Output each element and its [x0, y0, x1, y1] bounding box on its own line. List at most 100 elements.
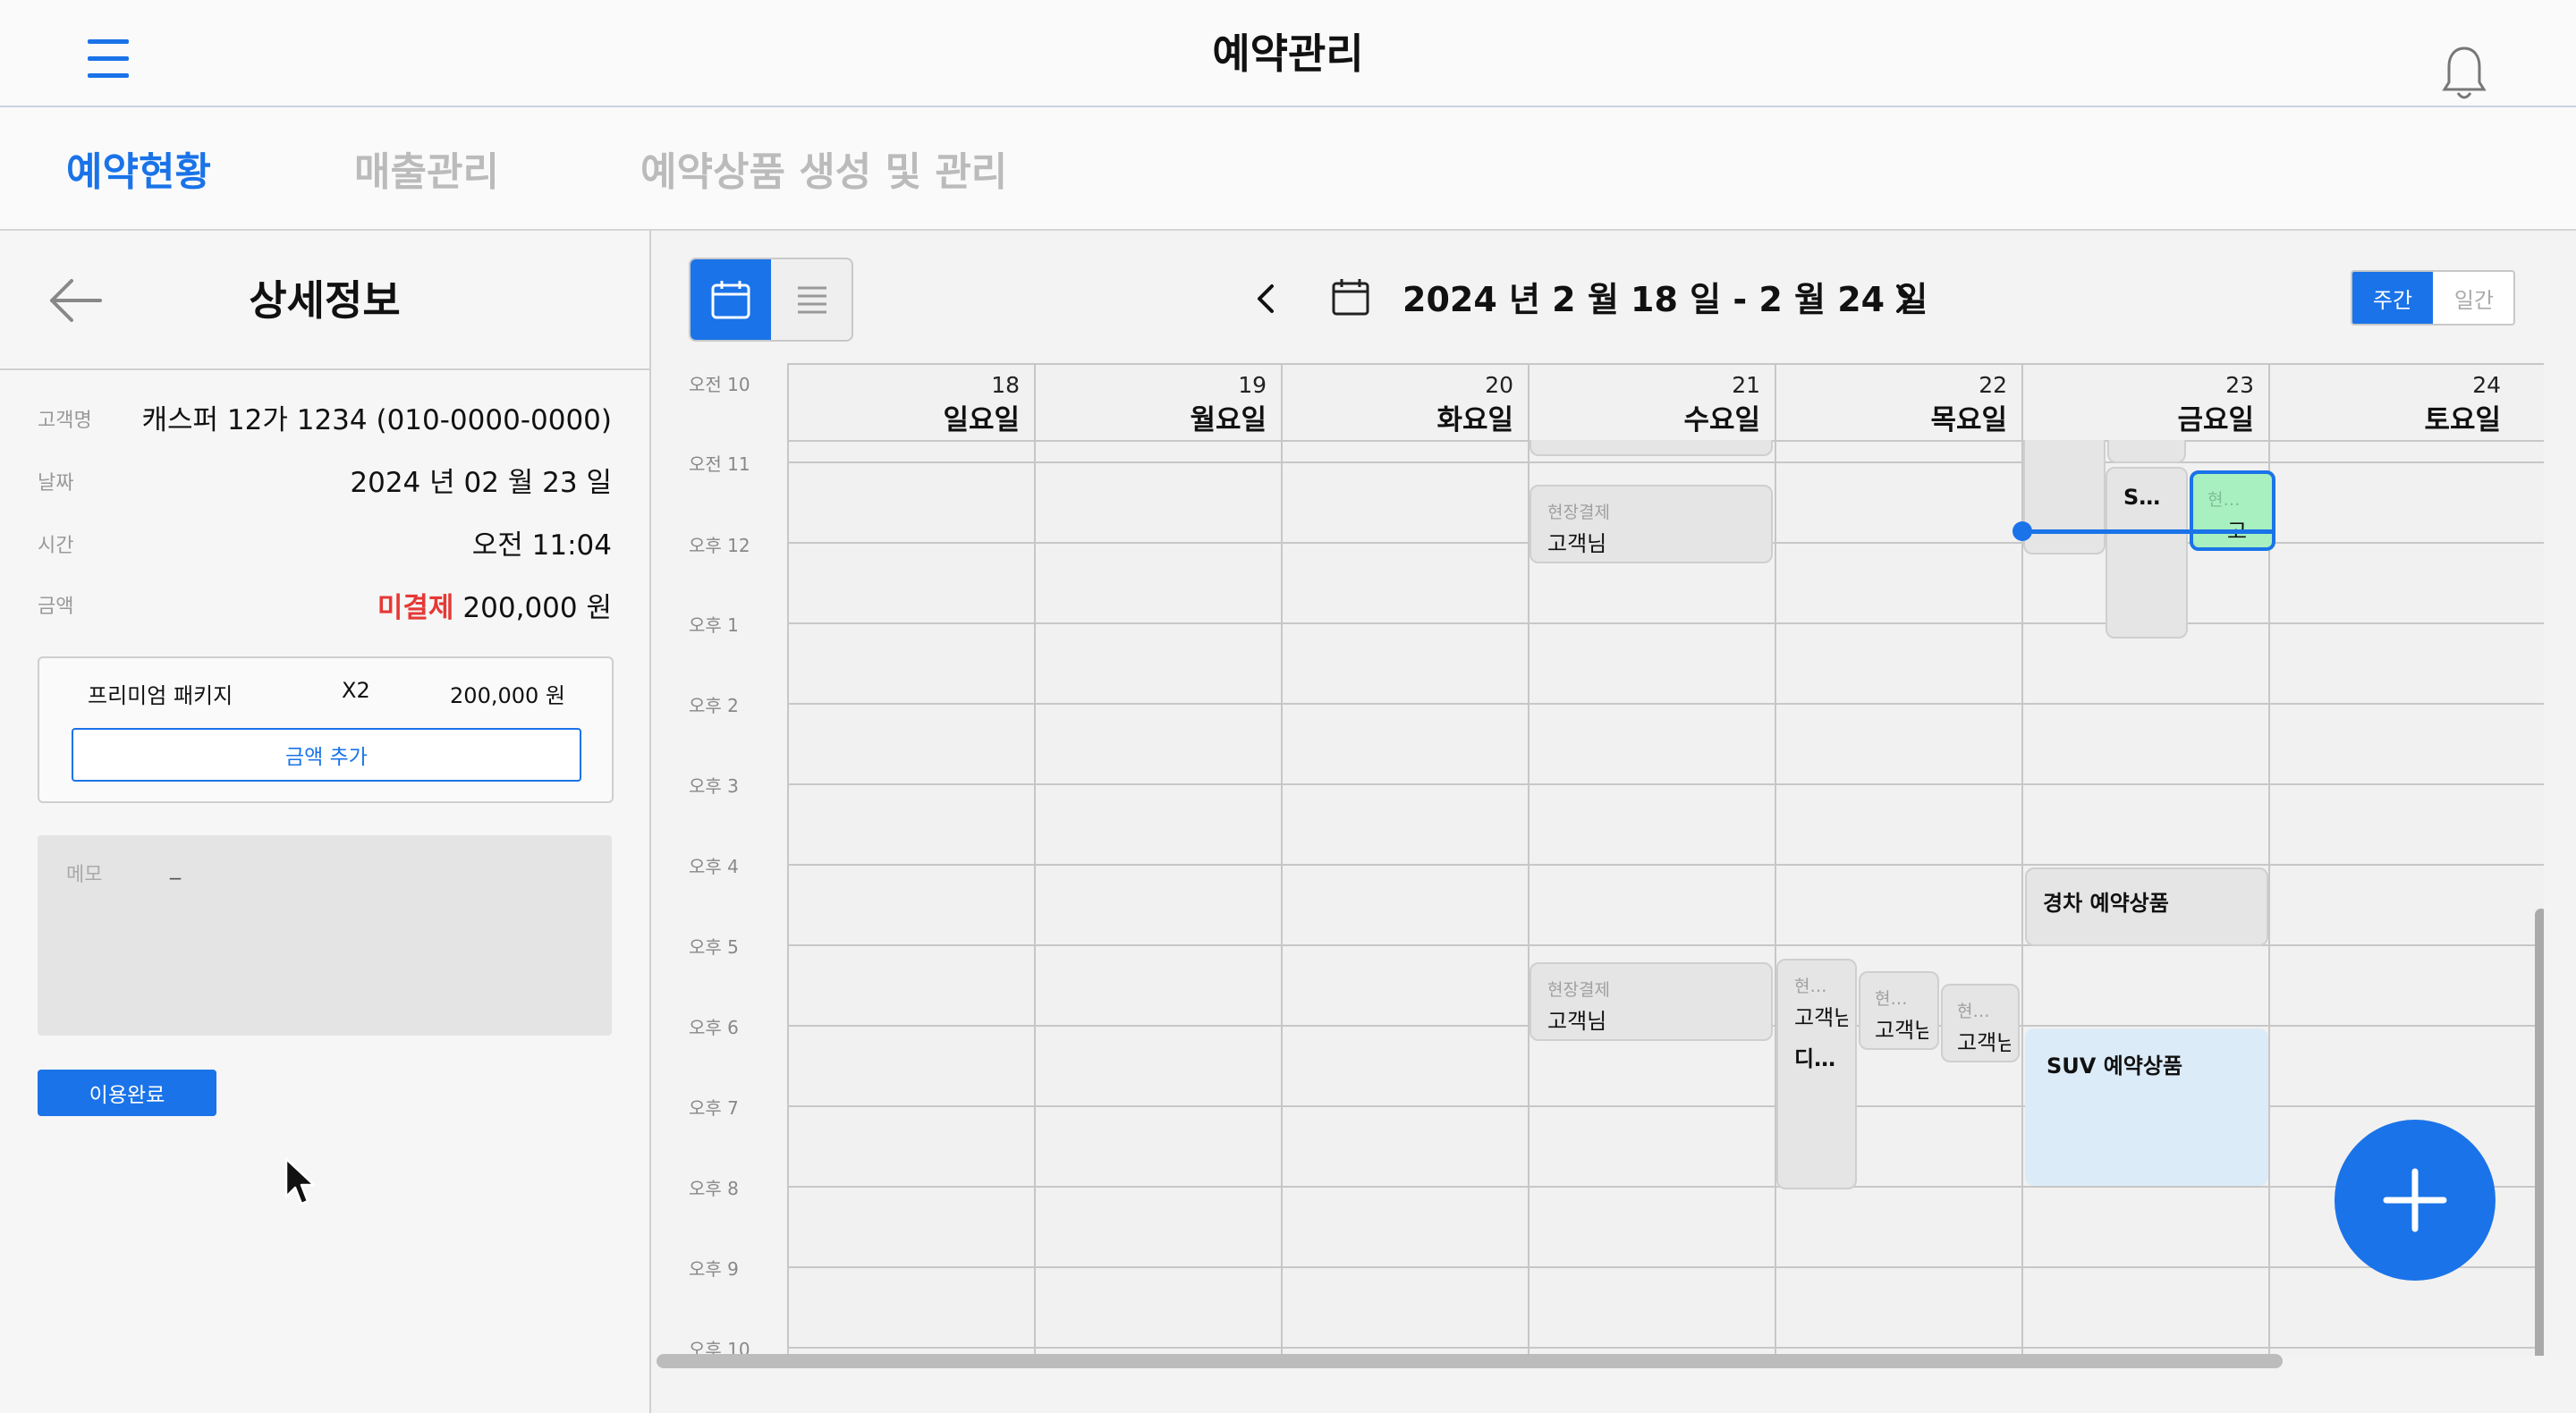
amount-label: 금액: [38, 596, 74, 618]
event-card[interactable]: S…: [2106, 467, 2188, 639]
bell-icon[interactable]: [2442, 45, 2487, 104]
event-card[interactable]: [1530, 440, 1773, 456]
day-number: 22: [1979, 372, 2007, 398]
event-title: SUV 예약상품: [2046, 1053, 2183, 1079]
time-label: 오후 10: [689, 1339, 750, 1356]
grid-line: [787, 1347, 2544, 1349]
day-name: 금요일: [2177, 404, 2254, 436]
grid-line: [1281, 363, 1283, 1356]
item-price: 200,000 원: [450, 683, 565, 708]
calendar-icon[interactable]: [1331, 277, 1370, 317]
top-bar: 예약관리: [0, 0, 2576, 107]
date-value: 2024 년 02 월 23 일: [350, 467, 612, 499]
time-label: 시간: [38, 535, 74, 557]
tab-reservation-status[interactable]: 예약현황: [66, 140, 211, 197]
day-name: 화요일: [1436, 404, 1513, 436]
time-label: 오후 8: [689, 1178, 739, 1199]
event-title: S…: [2123, 485, 2161, 510]
plus-icon: [2383, 1168, 2447, 1232]
item-box: 프리미엄 패키지 X2 200,000 원 금액 추가: [38, 656, 614, 803]
detail-title: 상세정보: [249, 276, 401, 325]
time-label: 오후 7: [689, 1097, 739, 1119]
memo-box[interactable]: 메모 _: [38, 835, 612, 1036]
horizontal-scrollbar[interactable]: [657, 1354, 2283, 1368]
event-card[interactable]: [2023, 440, 2106, 554]
grid-line: [787, 864, 2544, 866]
event-customer: 고객님: [1547, 531, 1607, 556]
event-card[interactable]: 현… 고객님: [1941, 984, 2020, 1062]
view-toggle: [689, 258, 853, 342]
event-card-selected[interactable]: 현… 고: [2190, 470, 2275, 551]
unpaid-badge: 미결제: [377, 592, 454, 624]
day-number: 24: [2472, 372, 2501, 398]
time-label: 오전 10: [689, 374, 750, 395]
event-payment: 현…: [2207, 490, 2241, 510]
event-payment: 현장결제: [1547, 503, 1610, 522]
event-title: 경차 예약상품: [2043, 891, 2169, 916]
day-number: 19: [1238, 372, 1267, 398]
complete-button[interactable]: 이용완료: [38, 1070, 216, 1116]
grid-line: [787, 461, 2544, 463]
chevron-right-icon[interactable]: [1891, 281, 1918, 317]
time-label: 오후 4: [689, 856, 739, 877]
event-card[interactable]: 현장결제 고객님: [1530, 962, 1773, 1041]
add-reservation-button[interactable]: [2334, 1120, 2496, 1281]
item-quantity: X2: [342, 678, 370, 703]
calendar-view-button[interactable]: [691, 259, 771, 340]
event-card[interactable]: 현… 고객님 디…: [1776, 959, 1857, 1189]
time-label: 오후 1: [689, 614, 739, 636]
customer-value: 캐스퍼 12가 1234 (010-0000-0000): [141, 404, 613, 436]
date-range: 2024 년 2 월 18 일 - 2 월 24 일: [1402, 280, 1928, 319]
day-name: 일요일: [943, 404, 1020, 436]
detail-panel: 상세정보 고객명 캐스퍼 12가 1234 (010-0000-0000) 날짜…: [0, 231, 651, 1413]
event-payment: 현…: [1794, 977, 1827, 996]
event-customer: 고객님: [1875, 1018, 1928, 1043]
day-number: 23: [2225, 372, 2254, 398]
grid-line: [787, 363, 2544, 365]
calendar-icon: [711, 281, 750, 319]
day-mode-button[interactable]: 일간: [2435, 272, 2513, 324]
event-detail: 디…: [1794, 1046, 1836, 1071]
day-number: 20: [1485, 372, 1513, 398]
list-icon: [798, 286, 826, 314]
period-toggle: 주간 일간: [2351, 270, 2515, 326]
grid-line: [787, 1266, 2544, 1268]
event-card[interactable]: [2107, 440, 2186, 463]
day-number: 21: [1732, 372, 1760, 398]
event-card[interactable]: 현… 고객님: [1859, 971, 1939, 1050]
nav-bar: 예약현황 매출관리 예약상품 생성 및 관리: [0, 107, 2576, 231]
grid-line: [787, 783, 2544, 785]
day-name: 수요일: [1683, 404, 1760, 436]
event-customer: 고객님: [1957, 1030, 2011, 1055]
chevron-left-icon[interactable]: [1252, 281, 1279, 317]
tab-product-management[interactable]: 예약상품 생성 및 관리: [640, 140, 1007, 197]
grid-line: [787, 944, 2544, 946]
time-label: 오후 9: [689, 1258, 739, 1280]
week-grid[interactable]: 18 일요일 19 월요일 20 화요일 21 수요일 22 목요일 23 금요…: [787, 363, 2544, 1356]
tab-sales-management[interactable]: 매출관리: [354, 140, 499, 197]
event-customer: 고객님: [1547, 1009, 1607, 1034]
time-label: 오후 12: [689, 535, 750, 556]
grid-line: [787, 363, 789, 1356]
week-mode-button[interactable]: 주간: [2352, 272, 2433, 324]
event-payment: 현…: [1875, 989, 1908, 1009]
calendar-panel: 2024 년 2 월 18 일 - 2 월 24 일 주간 일간 오전 10 오…: [651, 231, 2576, 1413]
week-grid-area[interactable]: 오전 10 오전 11 오후 12 오후 1 오후 2 오후 3 오후 4 오후…: [689, 363, 2544, 1356]
time-value: 오전 11:04: [471, 529, 612, 562]
item-name: 프리미엄 패키지: [88, 683, 233, 708]
day-number: 18: [991, 372, 1020, 398]
event-card[interactable]: 경차 예약상품: [2025, 867, 2268, 946]
day-name: 토요일: [2424, 404, 2501, 436]
grid-line: [787, 1105, 2544, 1107]
add-amount-button[interactable]: 금액 추가: [72, 728, 581, 782]
list-view-button[interactable]: [773, 259, 852, 340]
event-card[interactable]: 현장결제 고객님: [1530, 485, 1773, 563]
day-name: 월요일: [1190, 404, 1267, 436]
time-label: 오후 5: [689, 936, 739, 958]
vertical-scrollbar[interactable]: [2535, 909, 2544, 1356]
time-label: 오전 11: [689, 453, 750, 475]
memo-value: _: [170, 855, 181, 880]
customer-label: 고객명: [38, 410, 92, 432]
event-card[interactable]: SUV 예약상품: [2025, 1028, 2268, 1186]
app-title: 예약관리: [1212, 30, 1364, 78]
